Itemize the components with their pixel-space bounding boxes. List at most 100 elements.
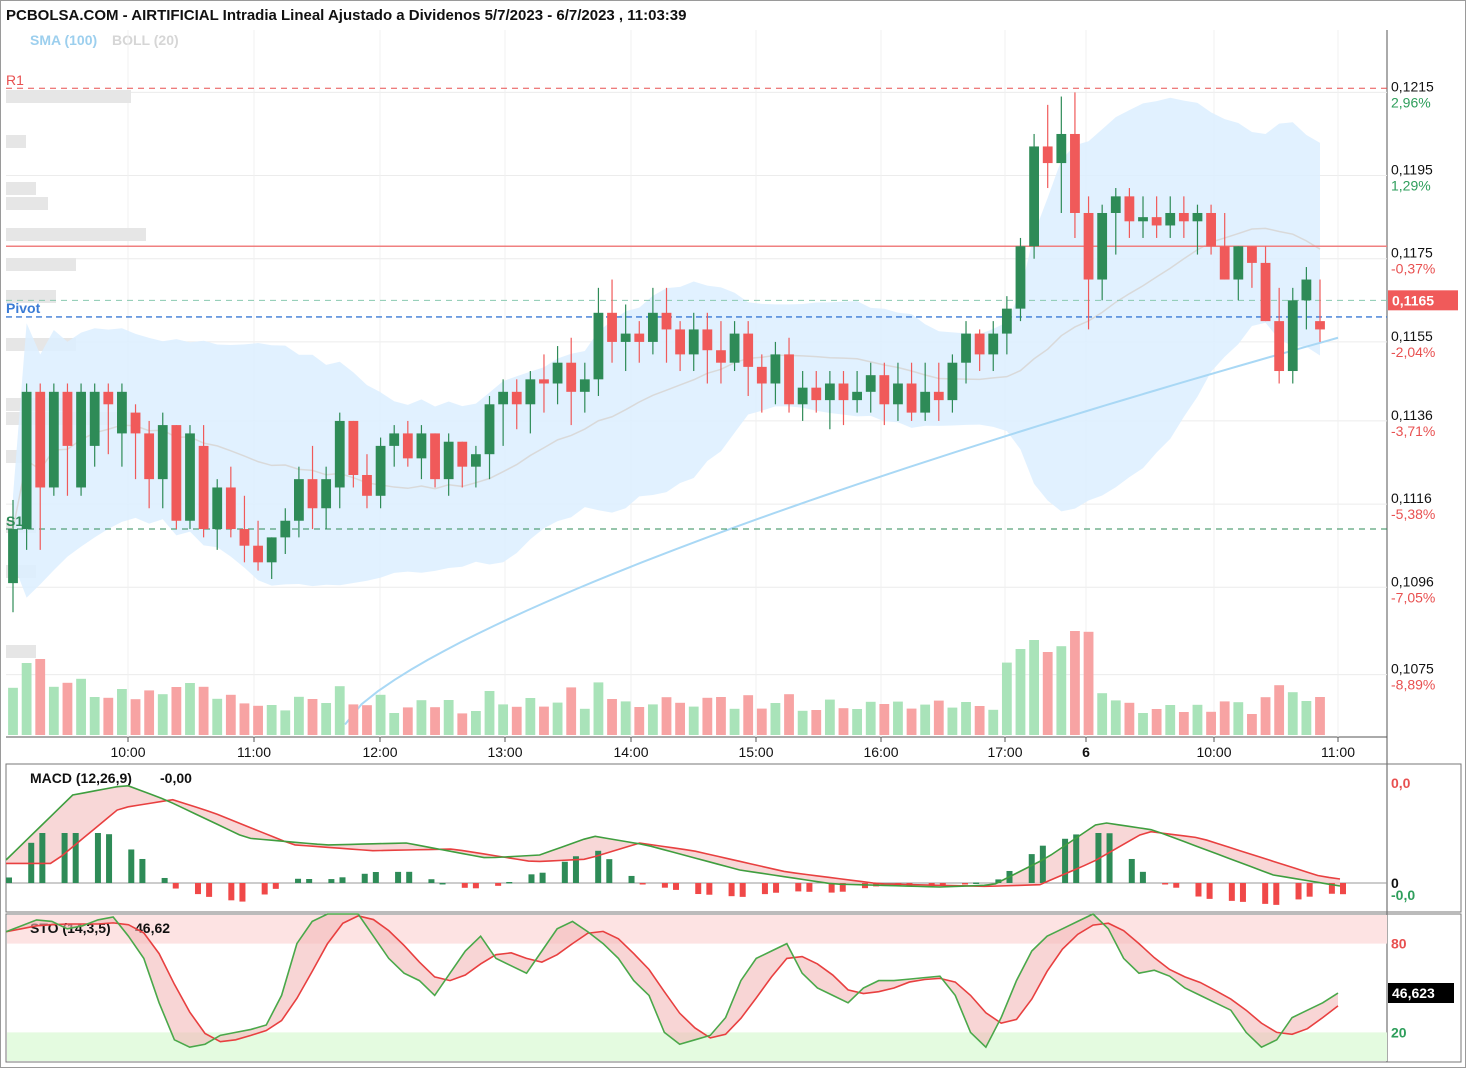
volume-bar [702, 697, 713, 735]
volume-bar [961, 702, 971, 735]
volume-profile-bar [6, 135, 26, 148]
candle-body [961, 333, 971, 363]
candle-body [498, 391, 509, 405]
volume-bar [743, 695, 754, 735]
macd-histogram-bar [395, 871, 402, 883]
candle-body [280, 520, 291, 538]
volume-bar [525, 698, 536, 735]
candle-body [566, 362, 577, 392]
time-tick-label: 6 [1082, 744, 1090, 760]
candle-body [797, 387, 808, 405]
price-tick-pct: -5,38% [1391, 506, 1435, 522]
volume-bar [988, 709, 999, 735]
volume-bar [294, 696, 304, 735]
macd-histogram-bar [339, 877, 346, 883]
candle-body [770, 354, 781, 384]
macd-histogram-bar [1028, 854, 1035, 883]
candle-body [457, 441, 468, 467]
volume-bar [239, 703, 250, 735]
macd-histogram-bar [206, 883, 213, 897]
candle-body [253, 545, 263, 563]
price-tick-label: 0,1075 [1391, 661, 1434, 677]
candle-body [402, 433, 413, 459]
price-tick-pct: 2,96% [1391, 94, 1431, 110]
candle-body [974, 333, 985, 355]
candle-body [212, 487, 223, 530]
volume-bar [362, 705, 372, 735]
candle-body [470, 454, 481, 467]
macd-histogram-bar [761, 883, 768, 895]
candle-body [647, 312, 658, 342]
volume-bar [947, 707, 958, 735]
time-tick-label: 12:00 [362, 744, 397, 760]
macd-histogram-bar [528, 874, 535, 883]
macd-histogram-bar [1139, 871, 1146, 883]
macd-histogram-bar [72, 833, 79, 883]
volume-bar [212, 698, 223, 735]
candle-body [539, 379, 549, 384]
candle-body [117, 391, 127, 434]
candle-body [21, 391, 32, 530]
time-tick-label: 10:00 [110, 744, 145, 760]
volume-bar [1178, 712, 1189, 735]
price-tick-label: 0,1155 [1391, 328, 1433, 344]
candle-body [1301, 279, 1312, 301]
candle-body [266, 537, 277, 563]
candle-body [144, 433, 155, 480]
candle-body [579, 379, 590, 392]
candle-body [824, 383, 835, 401]
macd-histogram-bar [1195, 883, 1202, 897]
volume-bar [579, 708, 590, 735]
volume-bar [1165, 705, 1176, 735]
candle-body [511, 391, 522, 405]
volume-bar [307, 699, 318, 735]
candle-body [838, 383, 849, 401]
sto-last-label: 46,623 [1392, 985, 1435, 1001]
volume-bar [552, 702, 563, 735]
macd-histogram-bar [639, 883, 646, 885]
candle-body [307, 479, 318, 509]
candle-body [688, 329, 699, 355]
volume-bar [348, 704, 359, 735]
volume-bar [443, 700, 454, 735]
candle-body [716, 350, 726, 363]
time-tick-label: 10:00 [1196, 744, 1231, 760]
chart-canvas: PCBOLSA.COM - AIRTIFICIAL Intradia Linea… [0, 0, 1466, 1068]
macd-histogram-bar [1273, 883, 1280, 905]
macd-histogram-bar [795, 883, 802, 892]
macd-histogram-bar [1340, 883, 1346, 895]
time-tick-label: 13:00 [487, 744, 522, 760]
macd-histogram-bar [706, 883, 713, 895]
volume-bar [1233, 702, 1244, 735]
time-tick-label: 14:00 [613, 744, 648, 760]
macd-histogram-bar [94, 833, 101, 883]
boll-legend: BOLL (20) [112, 32, 179, 48]
volume-bar [389, 713, 400, 735]
macd-histogram-bar [439, 882, 446, 885]
candle-body [729, 333, 740, 363]
macd-histogram-bar [461, 883, 468, 888]
macd-histogram-bar [1206, 883, 1213, 899]
candle-body [906, 383, 917, 413]
candle-body [1274, 321, 1285, 372]
price-tick-pct: -8,89% [1391, 677, 1435, 693]
macd-histogram-bar [1239, 883, 1246, 902]
candle-body [389, 433, 400, 446]
volume-bar [171, 687, 182, 735]
volume-bar [797, 710, 808, 735]
candle-body [634, 333, 645, 342]
volume-bar [838, 708, 849, 735]
volume-bar [416, 700, 427, 735]
candle-body [920, 391, 931, 413]
volume-bar [1219, 701, 1230, 735]
volume-bar [906, 708, 917, 735]
macd-histogram-bar [172, 883, 179, 889]
volume-bar [688, 706, 699, 735]
candle-body [607, 312, 617, 342]
volume-bar [716, 697, 726, 735]
macd-histogram-bar [673, 883, 679, 890]
macd-histogram-bar [1295, 883, 1302, 900]
volume-bar [76, 678, 86, 735]
macd-histogram-bar [561, 861, 568, 883]
volume-bar [470, 711, 481, 735]
